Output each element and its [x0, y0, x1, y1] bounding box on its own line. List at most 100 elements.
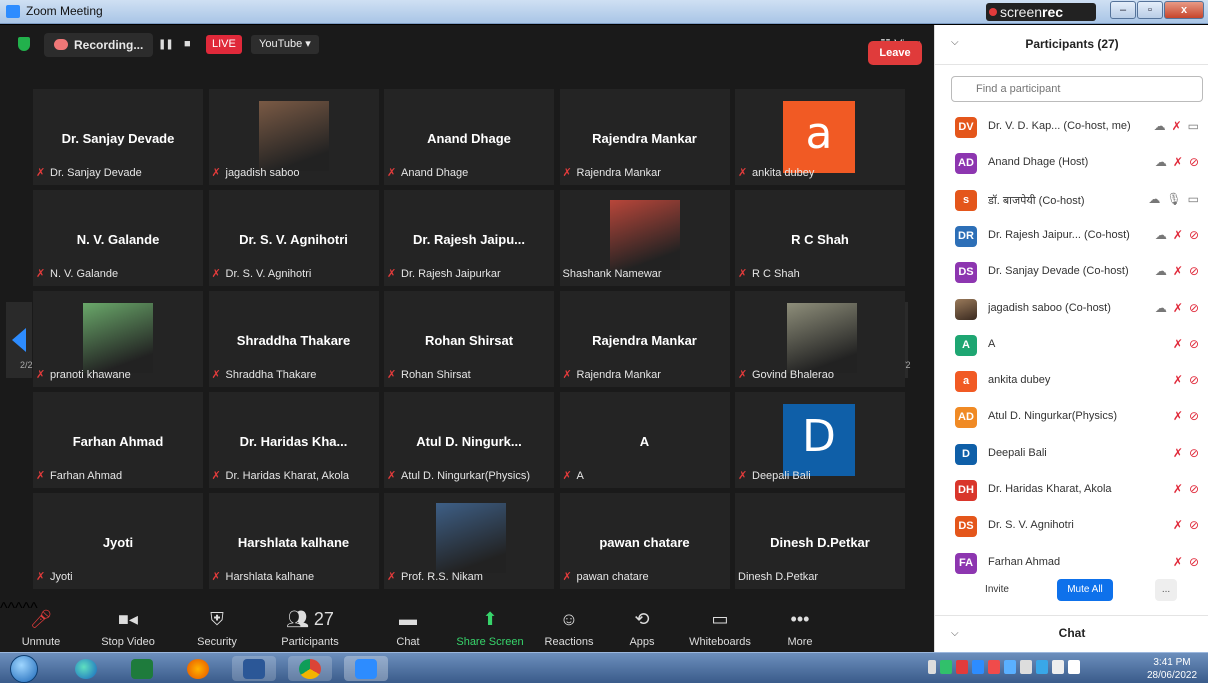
video-off-icon[interactable]: ⊘	[1189, 409, 1199, 423]
toolbar-button-security[interactable]: ⛨ Security	[172, 606, 262, 648]
chat-title[interactable]: Chat	[935, 626, 1208, 640]
taskbar-chrome[interactable]	[288, 656, 332, 681]
video-tile[interactable]: Jyoti ✗ Jyoti	[33, 493, 203, 589]
maximize-button[interactable]: ▫	[1137, 1, 1163, 19]
participant-row[interactable]: DS Dr. S. V. Agnihotri ✗ ⊘	[935, 508, 1208, 544]
participant-row[interactable]: s डॉ. बाजपेयी (Co-host) ☁ 🎙︎ ▭	[935, 182, 1208, 218]
toolbar-button-more[interactable]: ••• More	[755, 606, 845, 648]
video-tile[interactable]: Rajendra Mankar ✗ Rajendra Mankar	[559, 89, 730, 185]
youtube-stream-dropdown[interactable]: YouTube ▾	[251, 35, 319, 54]
stop-recording-button[interactable]: ■	[184, 38, 191, 50]
participant-row[interactable]: jagadish saboo (Co-host) ☁ ✗ ⊘	[935, 291, 1208, 327]
mic-muted-icon[interactable]: ✗	[1173, 409, 1183, 423]
network-icon[interactable]	[1004, 660, 1016, 674]
video-tile[interactable]: a ✗ ankita dubey	[735, 89, 905, 185]
encryption-shield-icon[interactable]	[18, 37, 30, 51]
q-app-icon[interactable]	[940, 660, 952, 674]
video-tile[interactable]: Shraddha Thakare ✗ Shraddha Thakare	[208, 291, 379, 387]
toolbar-button-apps[interactable]: ⟲ Apps	[597, 606, 687, 648]
mic-muted-icon[interactable]: ✗	[1173, 555, 1183, 569]
video-tile[interactable]: Rajendra Mankar ✗ Rajendra Mankar	[559, 291, 730, 387]
video-tile[interactable]: Dr. S. V. Agnihotri ✗ Dr. S. V. Agnihotri	[208, 190, 379, 286]
video-tile[interactable]: N. V. Galande ✗ N. V. Galande	[33, 190, 203, 286]
volume-icon[interactable]	[1020, 660, 1032, 674]
mic-muted-icon[interactable]: ✗	[1173, 155, 1183, 169]
live-badge[interactable]: LIVE	[206, 35, 242, 54]
pause-recording-button[interactable]: ❚❚	[158, 39, 174, 50]
participant-row[interactable]: A A ✗ ⊘	[935, 327, 1208, 363]
video-off-icon[interactable]: ⊘	[1189, 555, 1199, 569]
minimize-button[interactable]: –	[1110, 1, 1136, 19]
mic-muted-icon[interactable]: ✗	[1173, 228, 1183, 242]
participant-row[interactable]: DS Dr. Sanjay Devade (Co-host) ☁ ✗ ⊘	[935, 254, 1208, 290]
toolbar-button-unmute[interactable]: 🎤︎ Unmute	[0, 606, 86, 648]
video-off-icon[interactable]: ▭	[1188, 119, 1199, 133]
video-off-icon[interactable]: ⊘	[1189, 155, 1199, 169]
zoom-tray-icon[interactable]	[972, 660, 984, 674]
participant-row[interactable]: FA Farhan Ahmad ✗ ⊘	[935, 545, 1208, 581]
video-tile[interactable]: Atul D. Ningurk... ✗ Atul D. Ningurkar(Phy…	[384, 392, 554, 488]
screenrec-badge[interactable]: screenrec	[986, 3, 1096, 21]
security-tray-icon[interactable]	[988, 660, 1000, 674]
video-tile[interactable]: pawan chatare ✗ pawan chatare	[559, 493, 730, 589]
video-tile[interactable]: Anand Dhage ✗ Anand Dhage	[384, 89, 554, 185]
flag-icon[interactable]	[1052, 660, 1064, 674]
mic-muted-icon[interactable]: ✗	[1173, 337, 1183, 351]
toolbar-button-share-screen[interactable]: ⬆ Share Screen	[445, 606, 535, 648]
mic-muted-icon[interactable]: ✗	[1173, 264, 1183, 278]
video-off-icon[interactable]: ⊘	[1189, 446, 1199, 460]
mic-muted-icon[interactable]: ✗	[1173, 301, 1183, 315]
taskbar-edge[interactable]	[64, 656, 108, 681]
video-tile[interactable]: Dr. Haridas Kha... ✗ Dr. Haridas Kharat, A…	[208, 392, 379, 488]
video-tile[interactable]: Dinesh D.Petkar Dinesh D.Petkar	[735, 493, 905, 589]
video-tile[interactable]: A ✗ A	[559, 392, 730, 488]
mic-muted-icon[interactable]: ✗	[1173, 373, 1183, 387]
mic-muted-icon[interactable]: ✗	[1173, 518, 1183, 532]
video-tile[interactable]: Dr. Sanjay Devade ✗ Dr. Sanjay Devade	[33, 89, 203, 185]
video-tile[interactable]: ✗ pranoti khawane	[33, 291, 203, 387]
video-tile[interactable]: D ✗ Deepali Bali	[735, 392, 905, 488]
video-tile[interactable]: Farhan Ahmad ✗ Farhan Ahmad	[33, 392, 203, 488]
more-options-button[interactable]: ...	[1155, 579, 1177, 601]
start-button[interactable]	[10, 655, 38, 683]
leave-button[interactable]: Leave	[868, 41, 922, 65]
participant-row[interactable]: DV Dr. V. D. Kap... (Co-host, me) ☁ ✗ ▭	[935, 109, 1208, 145]
invite-button[interactable]: Invite	[975, 579, 1019, 601]
video-off-icon[interactable]: ⊘	[1189, 228, 1199, 242]
mute-all-button[interactable]: Mute All	[1057, 579, 1113, 601]
signal-icon[interactable]	[928, 660, 936, 674]
toolbar-button-stop-video[interactable]: ■◂ Stop Video	[83, 606, 173, 648]
participant-row[interactable]: DH Dr. Haridas Kharat, Akola ✗ ⊘	[935, 472, 1208, 508]
mic-on-icon[interactable]: 🎙︎	[1166, 192, 1181, 206]
video-tile[interactable]: Rohan Shirsat ✗ Rohan Shirsat	[384, 291, 554, 387]
mic-muted-icon[interactable]: ✗	[1172, 119, 1182, 133]
taskbar-zoom[interactable]	[344, 656, 388, 681]
video-tile[interactable]: R C Shah ✗ R C Shah	[735, 190, 905, 286]
video-off-icon[interactable]: ⊘	[1189, 518, 1199, 532]
mic-muted-icon[interactable]: ✗	[1173, 482, 1183, 496]
video-off-icon[interactable]: ⊘	[1189, 264, 1199, 278]
toolbar-button-chat[interactable]: ▬ Chat	[363, 606, 453, 648]
prev-page-button[interactable]: 2/2	[6, 302, 33, 378]
search-tray-icon[interactable]	[1036, 660, 1048, 674]
recorder-tray-icon[interactable]	[956, 660, 968, 674]
video-off-icon[interactable]: ⊘	[1189, 373, 1199, 387]
video-off-icon[interactable]: ⊘	[1189, 482, 1199, 496]
participant-row[interactable]: AD Atul D. Ningurkar(Physics) ✗ ⊘	[935, 399, 1208, 435]
taskbar-firefox[interactable]	[176, 656, 220, 681]
taskbar-word[interactable]	[232, 656, 276, 681]
video-tile[interactable]: Dr. Rajesh Jaipu... ✗ Dr. Rajesh Jaipurkar	[384, 190, 554, 286]
toolbar-button-participants[interactable]: 👥︎ 27 Participants	[265, 606, 355, 648]
toolbar-button-whiteboards[interactable]: ▭ Whiteboards	[675, 606, 765, 648]
participant-row[interactable]: D Deepali Bali ✗ ⊘	[935, 436, 1208, 472]
battery-icon[interactable]	[1068, 660, 1080, 674]
video-tile[interactable]: ✗ Prof. R.S. Nikam	[384, 493, 554, 589]
video-tile[interactable]: Harshlata kalhane ✗ Harshlata kalhane	[208, 493, 379, 589]
video-tile[interactable]: Shashank Namewar	[559, 190, 730, 286]
video-on-icon[interactable]: ▭	[1188, 192, 1199, 206]
taskbar-clock[interactable]: 3:41 PM 28/06/2022	[1142, 656, 1202, 682]
mic-muted-icon[interactable]: ✗	[1173, 446, 1183, 460]
video-off-icon[interactable]: ⊘	[1189, 301, 1199, 315]
close-button[interactable]: x	[1164, 1, 1204, 19]
participant-search-input[interactable]	[951, 76, 1203, 102]
